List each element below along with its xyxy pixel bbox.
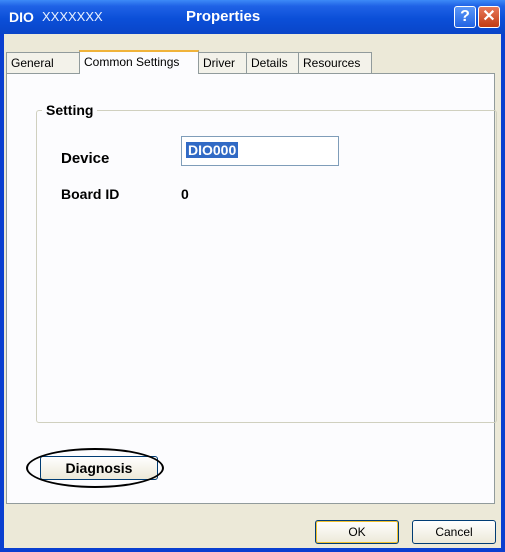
highlight-ellipse xyxy=(26,448,164,488)
board-id-label: Board ID xyxy=(61,186,120,202)
device-label: Device xyxy=(61,150,110,167)
device-name-value: DIO000 xyxy=(186,142,239,158)
tab-common-settings[interactable]: Common Settings xyxy=(79,50,199,74)
ok-button[interactable]: OK xyxy=(315,520,399,544)
close-button[interactable]: ✕ xyxy=(478,6,500,28)
cancel-button[interactable]: Cancel xyxy=(412,520,496,544)
close-icon: ✕ xyxy=(482,8,496,25)
title-device-name: XXXXXXX xyxy=(42,9,103,24)
tab-resources[interactable]: Resources xyxy=(298,52,372,73)
setting-group-label: Setting xyxy=(42,102,98,118)
tab-details[interactable]: Details xyxy=(246,52,299,73)
window-title: Properties xyxy=(186,8,261,25)
device-name-field[interactable]: DIO000 xyxy=(181,136,339,166)
tab-driver[interactable]: Driver xyxy=(198,52,247,73)
title-prefix: DIO xyxy=(9,9,34,25)
board-id-value: 0 xyxy=(181,186,189,202)
help-icon: ? xyxy=(460,8,470,25)
help-button[interactable]: ? xyxy=(454,6,476,28)
tab-general[interactable]: General xyxy=(6,52,80,73)
title-bar[interactable]: DIO XXXXXXX Properties ? ✕ xyxy=(0,0,505,34)
